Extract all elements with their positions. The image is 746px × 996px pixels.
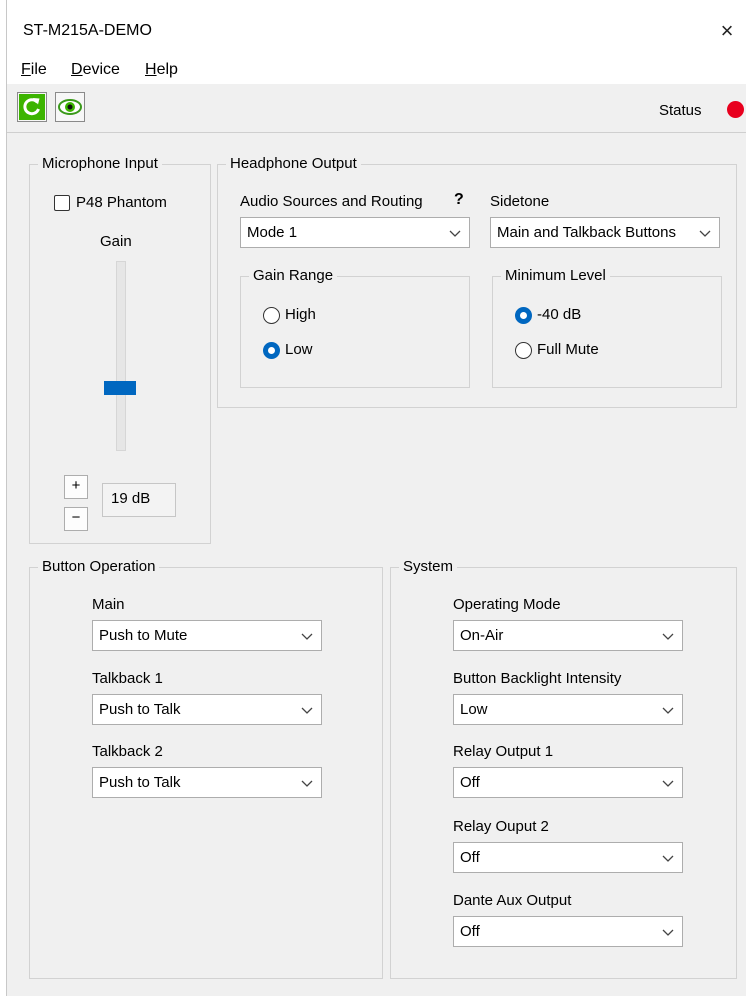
relay1-label: Relay Output 1 bbox=[453, 743, 554, 760]
chevron-down-icon bbox=[662, 855, 674, 862]
status-indicator bbox=[727, 101, 744, 118]
gain-range-high-radio[interactable] bbox=[263, 307, 280, 324]
close-button[interactable]: × bbox=[707, 16, 746, 46]
relay2-select-value: Off bbox=[460, 849, 480, 866]
min-level-full-mute-radio[interactable] bbox=[515, 342, 532, 359]
gain-value: 19 dB bbox=[102, 483, 176, 517]
dante-aux-label: Dante Aux Output bbox=[453, 892, 572, 909]
gain-range-high-label: High bbox=[285, 306, 316, 323]
menu-bar: File Device Help bbox=[7, 56, 746, 84]
microphone-group-title: Microphone Input bbox=[38, 155, 162, 173]
min-level-40db-radio[interactable] bbox=[515, 307, 532, 324]
dante-aux-select-value: Off bbox=[460, 923, 480, 940]
title-bar: ST-M215A-DEMO × bbox=[7, 0, 746, 56]
sidetone-select-value: Main and Talkback Buttons bbox=[497, 224, 676, 241]
button-operation-title: Button Operation bbox=[38, 558, 160, 576]
app-window: ST-M215A-DEMO × File Device Help Status bbox=[6, 0, 746, 996]
menu-device[interactable]: Device bbox=[71, 61, 120, 79]
gain-decrease-button[interactable]: − bbox=[64, 507, 88, 531]
minimum-level-group: Minimum Level -40 dB Full Mute bbox=[492, 267, 722, 388]
routing-help-button[interactable]: ? bbox=[454, 191, 464, 209]
gain-range-low-label: Low bbox=[285, 341, 313, 358]
chevron-down-icon bbox=[662, 707, 674, 714]
relay1-select-value: Off bbox=[460, 774, 480, 791]
sidetone-select[interactable]: Main and Talkback Buttons bbox=[490, 217, 720, 248]
main-button-select-value: Push to Mute bbox=[99, 627, 188, 644]
gain-label: Gain bbox=[100, 233, 132, 250]
gain-slider-thumb[interactable] bbox=[104, 380, 136, 395]
gain-range-low-radio[interactable] bbox=[263, 342, 280, 359]
monitor-button[interactable] bbox=[55, 92, 85, 122]
gain-slider-track[interactable] bbox=[116, 261, 126, 451]
headphone-group-title: Headphone Output bbox=[226, 155, 361, 173]
main-button-select[interactable]: Push to Mute bbox=[92, 620, 322, 651]
sidetone-label: Sidetone bbox=[490, 193, 550, 210]
chevron-down-icon bbox=[301, 780, 313, 787]
eye-icon bbox=[58, 99, 82, 115]
microphone-input-group: Microphone Input P48 Phantom Gain + − 19… bbox=[29, 155, 211, 544]
system-group: System Operating Mode On-Air Button Back… bbox=[390, 558, 737, 979]
headphone-output-group: Headphone Output Audio Sources and Routi… bbox=[217, 155, 737, 408]
main-button-label: Main bbox=[92, 596, 125, 613]
operating-mode-select-value: On-Air bbox=[460, 627, 504, 644]
backlight-select-value: Low bbox=[460, 701, 488, 718]
gain-range-title: Gain Range bbox=[249, 267, 338, 285]
talkback2-select[interactable]: Push to Talk bbox=[92, 767, 322, 798]
min-level-full-mute-label: Full Mute bbox=[537, 341, 599, 358]
menu-file[interactable]: File bbox=[21, 61, 47, 79]
talkback1-select[interactable]: Push to Talk bbox=[92, 694, 322, 725]
phantom-checkbox[interactable] bbox=[54, 195, 70, 211]
routing-select-value: Mode 1 bbox=[247, 224, 298, 241]
chevron-down-icon bbox=[662, 929, 674, 936]
gain-increase-button[interactable]: + bbox=[64, 475, 88, 499]
routing-select[interactable]: Mode 1 bbox=[240, 217, 470, 248]
chevron-down-icon bbox=[699, 230, 711, 237]
refresh-button[interactable] bbox=[17, 92, 47, 122]
routing-label: Audio Sources and Routing bbox=[240, 193, 423, 210]
dante-aux-select[interactable]: Off bbox=[453, 916, 683, 947]
chevron-down-icon bbox=[301, 707, 313, 714]
talkback2-select-value: Push to Talk bbox=[99, 774, 181, 791]
backlight-select[interactable]: Low bbox=[453, 694, 683, 725]
button-operation-group: Button Operation Main Push to Mute Talkb… bbox=[29, 558, 383, 979]
operating-mode-select[interactable]: On-Air bbox=[453, 620, 683, 651]
window-title: ST-M215A-DEMO bbox=[23, 22, 152, 39]
backlight-label: Button Backlight Intensity bbox=[453, 670, 622, 687]
relay2-select[interactable]: Off bbox=[453, 842, 683, 873]
talkback2-label: Talkback 2 bbox=[92, 743, 163, 760]
menu-help[interactable]: Help bbox=[145, 61, 178, 79]
relay1-select[interactable]: Off bbox=[453, 767, 683, 798]
refresh-icon bbox=[19, 94, 45, 120]
min-level-40db-label: -40 dB bbox=[537, 306, 582, 323]
minimum-level-title: Minimum Level bbox=[501, 267, 610, 285]
system-title: System bbox=[399, 558, 458, 576]
chevron-down-icon bbox=[449, 230, 461, 237]
gain-range-group: Gain Range High Low bbox=[240, 267, 470, 388]
chevron-down-icon bbox=[301, 633, 313, 640]
talkback1-select-value: Push to Talk bbox=[99, 701, 181, 718]
operating-mode-label: Operating Mode bbox=[453, 596, 561, 613]
chevron-down-icon bbox=[662, 633, 674, 640]
talkback1-label: Talkback 1 bbox=[92, 670, 163, 687]
chevron-down-icon bbox=[662, 780, 674, 787]
status-label: Status bbox=[659, 102, 702, 119]
toolbar: Status bbox=[7, 84, 746, 133]
phantom-label: P48 Phantom bbox=[76, 194, 167, 211]
relay2-label: Relay Ouput 2 bbox=[453, 818, 549, 835]
